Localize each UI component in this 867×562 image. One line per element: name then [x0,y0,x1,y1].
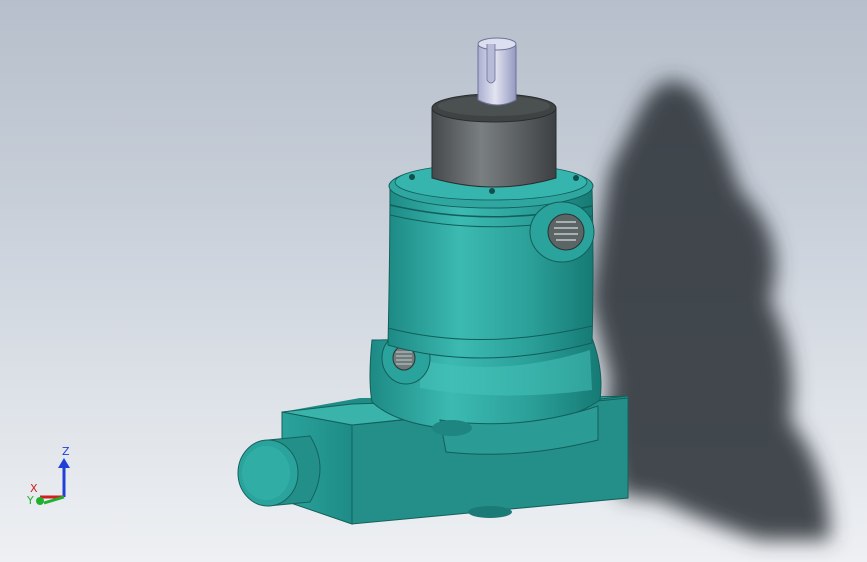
side-port-upper[interactable] [529,201,595,263]
z-axis-arrowhead [58,458,70,468]
orientation-triad: Z X Y [26,445,70,507]
model-view[interactable]: Z X Y [0,0,867,562]
flange-bolt-hole [409,174,415,180]
shaft-keyway [486,44,496,84]
flange-bolt-hole [489,188,495,194]
lower-flange-lug [432,420,472,436]
shaft-housing-cap[interactable] [431,93,557,188]
flange-bolt-hole [573,175,579,181]
z-axis-label: Z [62,445,70,458]
drain-plug [468,506,512,518]
y-axis-label: Y [26,494,34,507]
drive-shaft[interactable] [477,37,517,106]
y-axis-ball [36,497,44,505]
inlet-fitting[interactable] [237,435,321,507]
graphics-viewport[interactable]: Z X Y [0,0,867,562]
